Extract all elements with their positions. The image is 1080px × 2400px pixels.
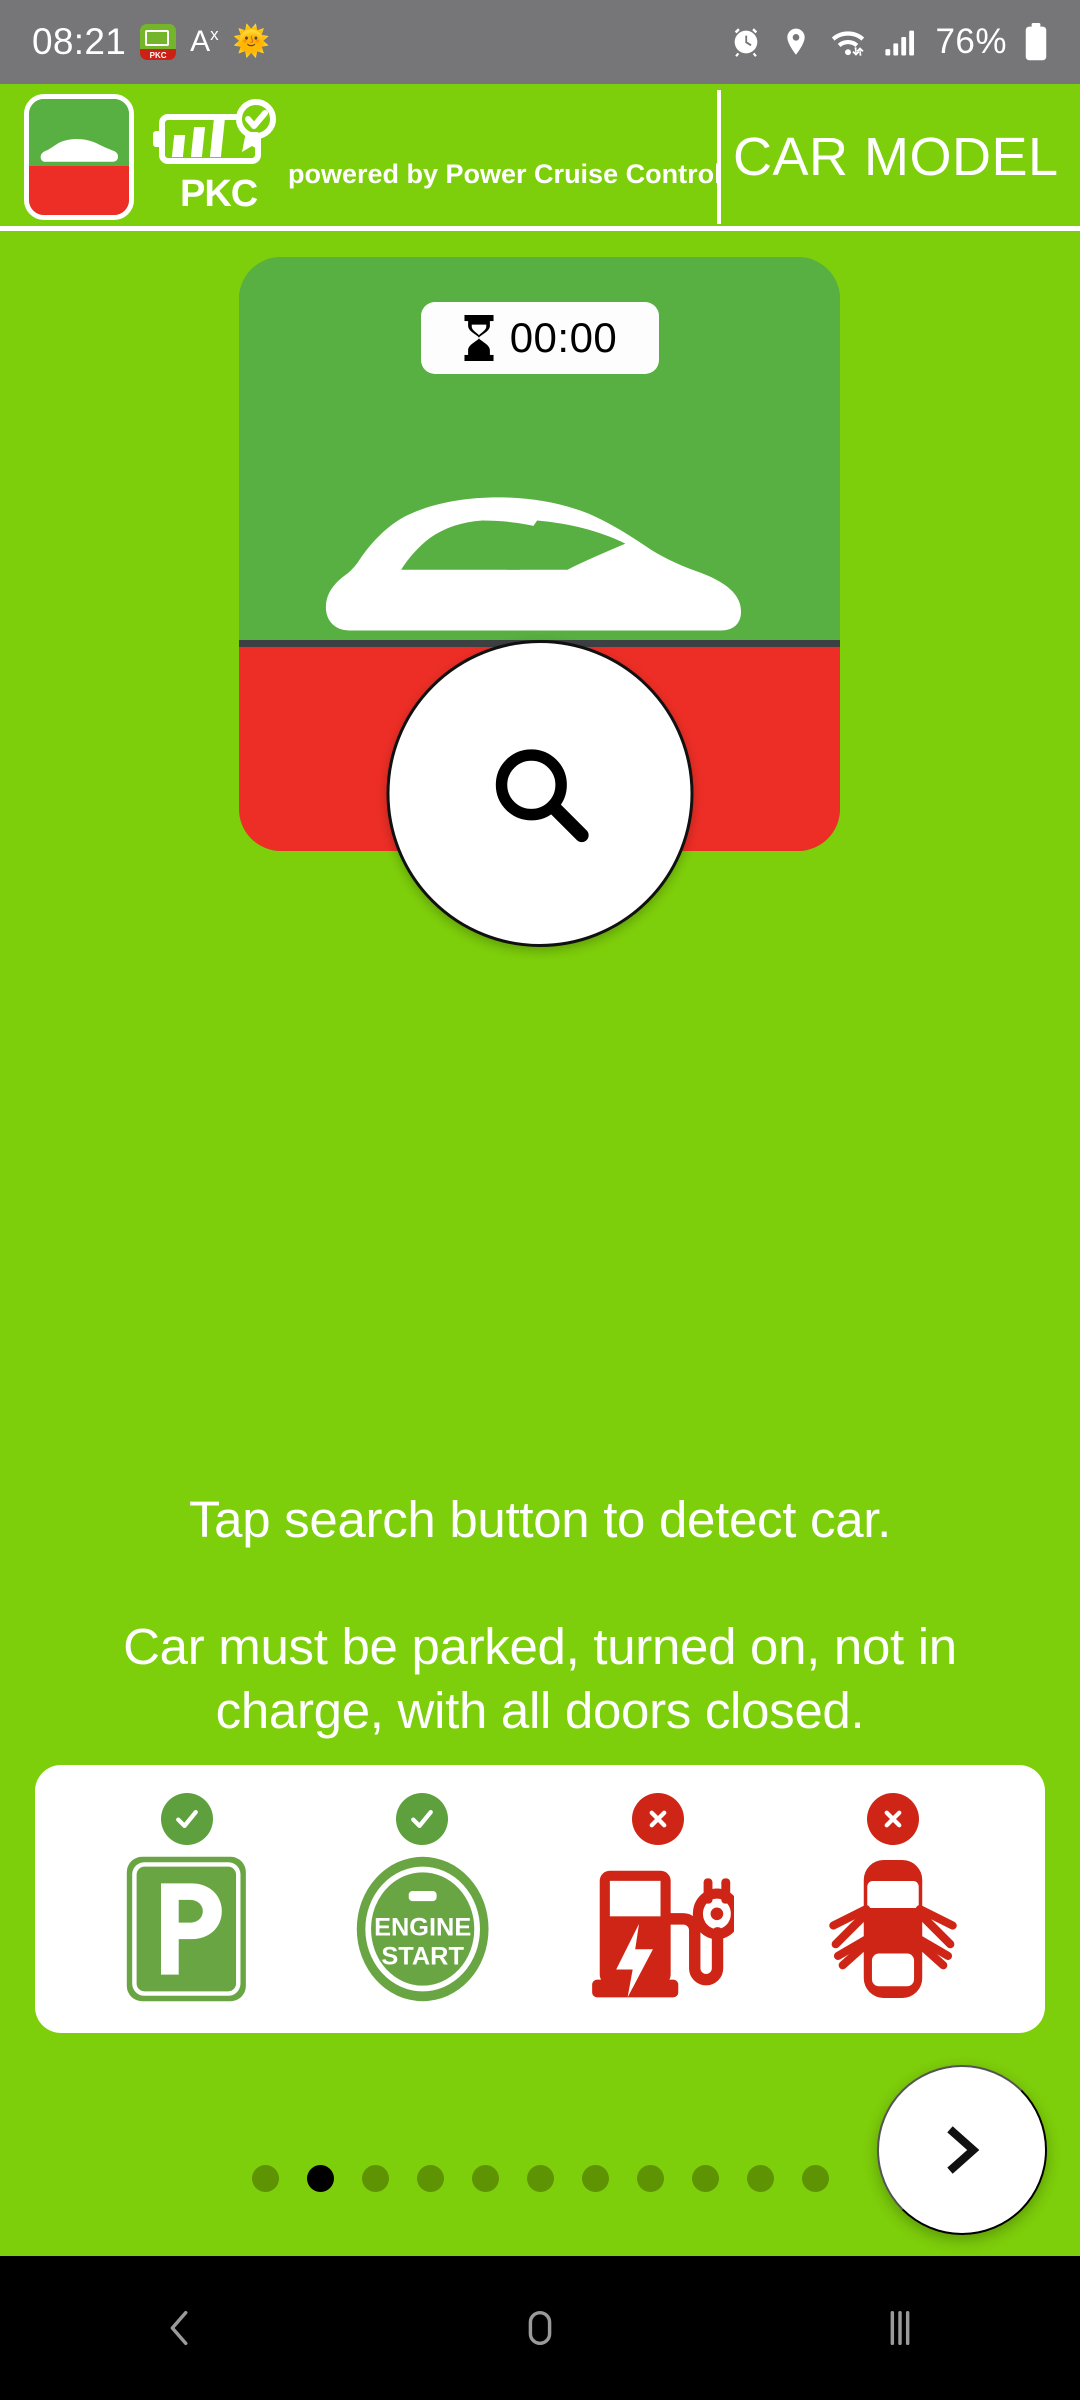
battery-icon	[1024, 23, 1048, 61]
svg-text:ENGINE: ENGINE	[374, 1913, 471, 1941]
pager-dot-7[interactable]	[636, 2165, 664, 2192]
app-header: PKC powered by Power Cruise Control CAR …	[0, 84, 1080, 230]
android-nav-bar	[0, 2256, 1080, 2400]
header-underline	[0, 226, 1080, 231]
text-size-icon: Ax	[190, 25, 219, 58]
wifi-icon	[829, 25, 867, 59]
conditions-panel: ENGINE START	[35, 1765, 1045, 2033]
nav-back-button[interactable]	[80, 2256, 280, 2400]
battery-percent-label: 76%	[935, 22, 1007, 61]
svg-text:START: START	[381, 1942, 464, 1970]
brand-block: PKC	[152, 98, 302, 216]
app-header-brand: PKC powered by Power Cruise Control	[0, 84, 722, 230]
instruction-primary: Tap search button to detect car.	[188, 1491, 891, 1548]
condition-doors-closed	[805, 1765, 981, 2033]
chevron-right-icon	[947, 2126, 980, 2174]
next-page-button[interactable]	[877, 2065, 1047, 2235]
logo-red-half	[29, 166, 129, 215]
recents-icon	[890, 2310, 910, 2346]
timer-value: 00:00	[509, 314, 618, 361]
check-icon	[396, 1793, 449, 1845]
page-title: CAR MODEL	[733, 127, 1059, 187]
nav-recents-button[interactable]	[800, 2256, 1000, 2400]
status-bar-left: 08:21 PKC Ax 🌞	[32, 21, 270, 63]
pager-dot-1[interactable]	[306, 2165, 334, 2192]
pkc-battery-badge-icon	[152, 98, 302, 177]
sun-emoji-icon: 🌞	[232, 25, 270, 58]
parking-sign-icon	[123, 1853, 250, 2005]
instruction-secondary: Car must be parked, turned on, not in ch…	[123, 1618, 957, 1739]
nav-home-button[interactable]	[440, 2256, 640, 2400]
home-icon	[528, 2310, 552, 2346]
check-icon	[160, 1793, 213, 1845]
detection-timer: 00:00	[420, 302, 659, 374]
pager-dot-0[interactable]	[251, 2165, 279, 2192]
signal-icon	[884, 27, 918, 57]
app-logo-icon	[24, 94, 134, 220]
pkc-wordmark: PKC	[180, 172, 258, 215]
logo-car-silhouette-icon	[40, 139, 118, 163]
pager-dot-10[interactable]	[801, 2165, 829, 2192]
charging-station-icon	[582, 1853, 734, 2005]
cross-icon	[867, 1793, 920, 1845]
cross-icon	[631, 1793, 684, 1845]
pager-dot-5[interactable]	[526, 2165, 554, 2192]
location-icon	[780, 26, 812, 58]
status-clock: 08:21	[32, 21, 127, 62]
pager-dot-3[interactable]	[416, 2165, 444, 2192]
pager-dot-4[interactable]	[471, 2165, 499, 2192]
condition-engine-on: ENGINE START	[334, 1765, 510, 2033]
back-icon	[170, 2310, 188, 2346]
powered-by-label: powered by Power Cruise Control	[288, 158, 722, 189]
status-bar: 08:21 PKC Ax 🌞 76%	[0, 0, 1080, 84]
status-bar-right: 76%	[729, 22, 1048, 62]
battery-glyph	[145, 30, 170, 46]
car-doors-open-icon	[817, 1853, 969, 2005]
pager-dot-8[interactable]	[691, 2165, 719, 2192]
app-screen: 08:21 PKC Ax 🌞 76% PKC powered by Power …	[0, 0, 1080, 2400]
condition-not-charging	[570, 1765, 746, 2033]
condition-parked	[99, 1765, 275, 2033]
pkc-icon-label: PKC	[149, 51, 167, 60]
search-icon	[495, 748, 589, 842]
car-illustration	[325, 497, 741, 631]
pager-dot-6[interactable]	[581, 2165, 609, 2192]
engine-start-icon: ENGINE START	[353, 1853, 492, 2005]
alarm-icon	[729, 25, 763, 59]
pager-dot-9[interactable]	[746, 2165, 774, 2192]
search-car-button[interactable]	[386, 640, 694, 947]
pager-dot-2[interactable]	[361, 2165, 389, 2192]
hourglass-icon	[464, 315, 494, 361]
pkc-notification-icon: PKC	[140, 24, 177, 60]
header-divider	[717, 90, 721, 224]
